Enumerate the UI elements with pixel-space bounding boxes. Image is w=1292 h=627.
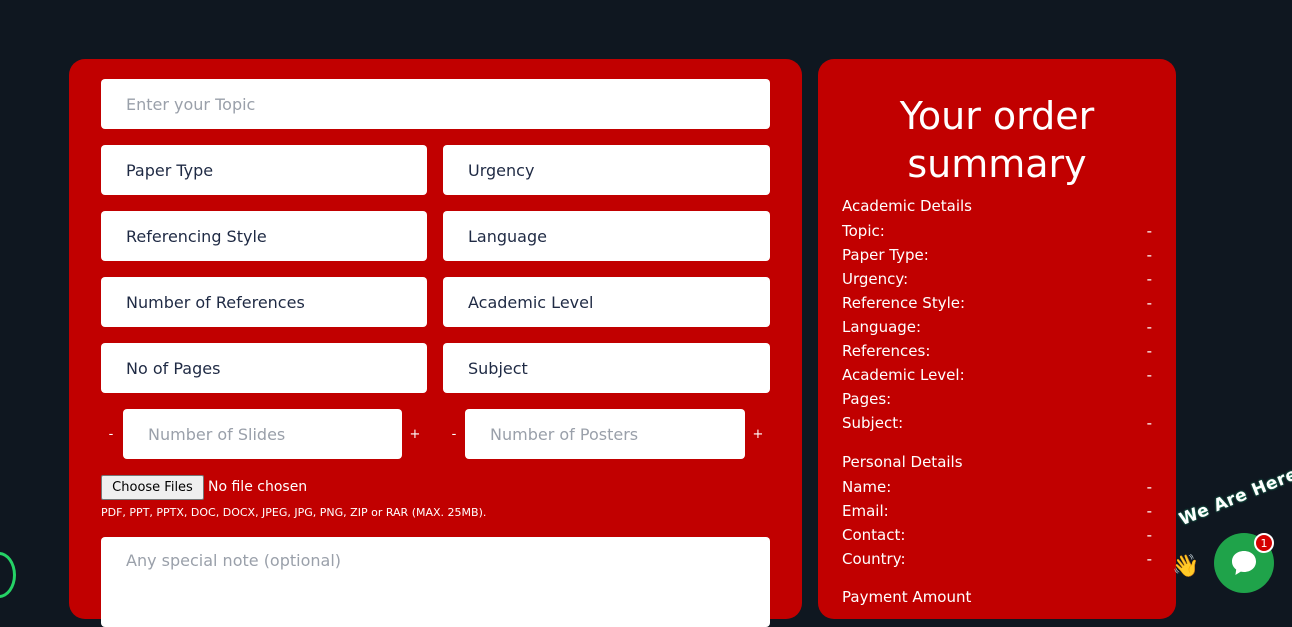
- summary-row-label: Name:: [842, 478, 892, 496]
- language-select[interactable]: Language: [443, 211, 770, 261]
- summary-row-label: Country:: [842, 550, 906, 568]
- summary-row-label: Topic:: [842, 222, 885, 240]
- slides-input[interactable]: Number of Slides: [123, 409, 402, 459]
- summary-row-pages: Pages:: [842, 387, 1152, 411]
- summary-row-value: -: [1146, 342, 1152, 360]
- summary-row-label: Paper Type:: [842, 246, 929, 264]
- summary-row-topic: Topic: -: [842, 219, 1152, 243]
- order-summary: Your order summary Academic Details Topi…: [818, 59, 1176, 619]
- posters-decrement-button[interactable]: -: [444, 409, 464, 459]
- paper-type-select[interactable]: Paper Type: [101, 145, 427, 195]
- posters-increment-button[interactable]: +: [748, 409, 768, 459]
- summary-row-label: Urgency:: [842, 270, 909, 288]
- urgency-select[interactable]: Urgency: [443, 145, 770, 195]
- summary-row-label: Email:: [842, 502, 889, 520]
- summary-row-label: Contact:: [842, 526, 906, 544]
- slides-decrement-button[interactable]: -: [101, 409, 121, 459]
- summary-row-label: References:: [842, 342, 931, 360]
- summary-row-urgency: Urgency: -: [842, 267, 1152, 291]
- summary-row-value: -: [1146, 550, 1152, 568]
- summary-row-label: Pages:: [842, 390, 892, 408]
- academic-level-select[interactable]: Academic Level: [443, 277, 770, 327]
- summary-row-name: Name: -: [842, 475, 1152, 499]
- pages-select[interactable]: No of Pages: [101, 343, 427, 393]
- summary-row-label: Subject:: [842, 414, 904, 432]
- chat-bubble-glyph: [1232, 551, 1256, 575]
- summary-row-subject: Subject: -: [842, 411, 1152, 435]
- summary-row-value: -: [1146, 366, 1152, 384]
- summary-row-value: -: [1146, 526, 1152, 544]
- summary-row-label: Language:: [842, 318, 922, 336]
- referencing-style-select[interactable]: Referencing Style: [101, 211, 427, 261]
- file-type-hint: PDF, PPT, PPTX, DOC, DOCX, JPEG, JPG, PN…: [101, 506, 487, 519]
- posters-input[interactable]: Number of Posters: [465, 409, 745, 459]
- summary-row-country: Country: -: [842, 547, 1152, 571]
- special-note-textarea[interactable]: Any special note (optional): [101, 537, 770, 627]
- chat-widget[interactable]: We Are Here! 👋 1: [1170, 461, 1292, 604]
- summary-title: Your order summary: [818, 92, 1176, 188]
- summary-row-value: -: [1146, 318, 1152, 336]
- summary-row-label: Academic Level:: [842, 366, 965, 384]
- summary-row-label: Reference Style:: [842, 294, 966, 312]
- summary-row-value: -: [1146, 270, 1152, 288]
- summary-row-value: -: [1146, 222, 1152, 240]
- chat-unread-badge: 1: [1254, 533, 1274, 553]
- summary-row-contact: Contact: -: [842, 523, 1152, 547]
- summary-row-paper-type: Paper Type: -: [842, 243, 1152, 267]
- summary-row-academic-level: Academic Level: -: [842, 363, 1152, 387]
- choose-files-button[interactable]: Choose Files: [101, 475, 204, 500]
- summary-row-value: -: [1146, 246, 1152, 264]
- file-status: No file chosen: [208, 479, 308, 495]
- personal-details-heading: Personal Details: [842, 453, 963, 471]
- order-form: [69, 59, 802, 619]
- summary-title-line2: summary: [907, 142, 1087, 186]
- slides-increment-button[interactable]: +: [405, 409, 425, 459]
- references-select[interactable]: Number of References: [101, 277, 427, 327]
- summary-row-value: -: [1146, 294, 1152, 312]
- summary-row-references: References: -: [842, 339, 1152, 363]
- summary-row-language: Language: -: [842, 315, 1152, 339]
- summary-row-value: -: [1146, 502, 1152, 520]
- summary-row-value: -: [1146, 478, 1152, 496]
- summary-row-email: Email: -: [842, 499, 1152, 523]
- whatsapp-icon[interactable]: [0, 552, 16, 598]
- topic-input[interactable]: Enter your Topic: [101, 79, 770, 129]
- summary-row-reference-style: Reference Style: -: [842, 291, 1152, 315]
- academic-details-heading: Academic Details: [842, 197, 972, 215]
- chat-tagline: We Are Here!: [1176, 461, 1292, 530]
- summary-title-line1: Your order: [899, 94, 1095, 138]
- waving-hand-icon: 👋: [1172, 554, 1200, 579]
- payment-amount-heading: Payment Amount: [842, 588, 972, 606]
- subject-select[interactable]: Subject: [443, 343, 770, 393]
- summary-row-value: -: [1146, 414, 1152, 432]
